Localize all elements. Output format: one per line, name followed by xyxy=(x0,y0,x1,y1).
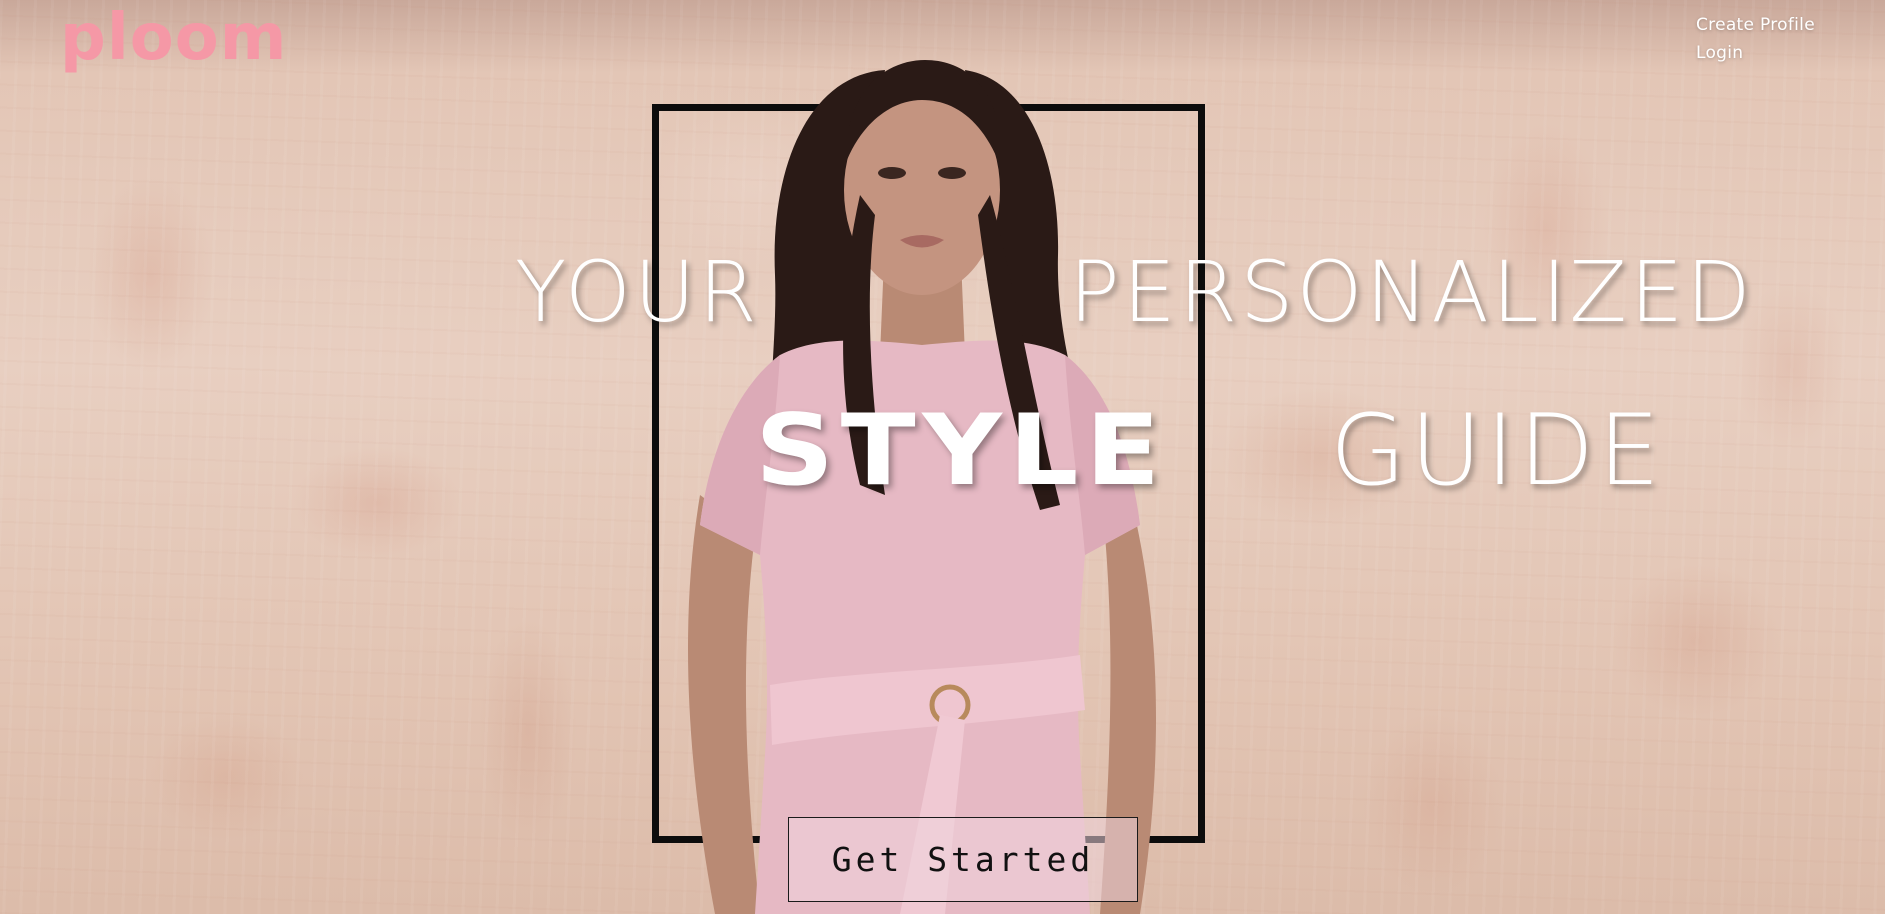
headline-line-1: YOUR PERSONALIZED xyxy=(0,250,1885,350)
headline-word-guide: GUIDE xyxy=(1330,394,1664,508)
get-started-button[interactable]: Get Started xyxy=(788,817,1138,902)
ploom-logo[interactable]: ploom xyxy=(60,6,287,70)
headline-line-2: STYLE GUIDE xyxy=(755,402,1660,500)
headline-word-personalized: PERSONALIZED xyxy=(1069,243,1754,341)
headline-word-style: STYLE xyxy=(755,394,1167,508)
hero-section: ploom Create Profile Login YOUR PERSONAL… xyxy=(0,0,1885,914)
top-nav: Create Profile Login xyxy=(1696,15,1815,63)
headline-word-your: YOUR xyxy=(515,243,760,341)
get-started-label: Get Started xyxy=(831,840,1095,879)
create-profile-link[interactable]: Create Profile xyxy=(1696,15,1815,35)
login-link[interactable]: Login xyxy=(1696,43,1815,63)
